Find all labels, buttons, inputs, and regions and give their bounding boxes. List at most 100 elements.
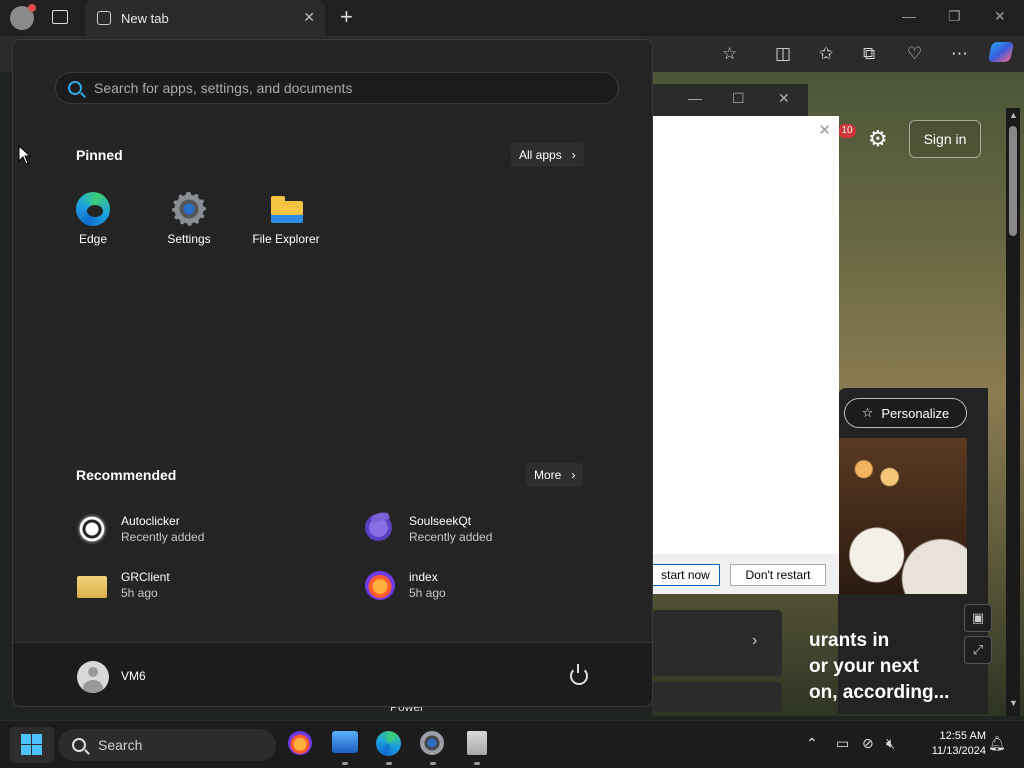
favorites-icon[interactable]: ✩ — [819, 44, 833, 64]
zip-folder-icon — [77, 576, 107, 598]
pinned-heading: Pinned — [76, 147, 123, 163]
rec-name: GRClient — [121, 570, 170, 584]
dialog-minimize-icon[interactable]: — — [688, 90, 702, 106]
taskbar-app-photos[interactable] — [332, 731, 358, 765]
scroll-up-icon[interactable]: ▲ — [1009, 110, 1018, 120]
clock[interactable]: 12:55 AM 11/13/2024 — [906, 729, 986, 759]
chevron-right-icon: › — [752, 632, 758, 649]
more-label: More — [534, 468, 562, 482]
settings-row[interactable]: › — [652, 610, 782, 676]
chevron-right-icon: › — [571, 468, 576, 482]
more-icon[interactable]: ⋯ — [951, 44, 968, 64]
settings-row-2[interactable] — [652, 682, 782, 712]
split-screen-icon[interactable]: ◫ — [775, 44, 791, 64]
news-headline[interactable]: urants in or your next on, according... — [809, 628, 1004, 706]
new-tab-page-icon — [97, 11, 111, 25]
dialog-maximize-icon[interactable]: ☐ — [732, 90, 745, 107]
notepad-icon — [467, 731, 487, 755]
power-icon[interactable] — [570, 664, 588, 685]
mouse-cursor-icon — [18, 145, 32, 165]
page-settings-gear-icon[interactable]: ⚙ — [868, 126, 888, 152]
clock-time: 12:55 AM — [939, 730, 986, 742]
tab-close-button[interactable]: ✕ — [303, 9, 315, 26]
running-indicator — [474, 762, 480, 765]
start-menu: Pinned All apps › Edge Settings File Exp… — [12, 39, 653, 707]
restart-now-button[interactable]: start now — [652, 564, 720, 586]
all-apps-button[interactable]: All apps › — [511, 143, 584, 167]
minimize-button[interactable]: — — [902, 8, 916, 24]
page-scrollbar[interactable]: ▲ ▼ — [1006, 108, 1020, 716]
start-footer: VM6 — [13, 642, 652, 706]
rec-name: Autoclicker — [121, 514, 180, 528]
scroll-thumb[interactable] — [1009, 126, 1017, 236]
firefox-icon — [288, 731, 312, 755]
tab-new-tab[interactable]: New tab ✕ — [85, 0, 325, 36]
collections-icon[interactable]: ⧉ — [863, 44, 875, 64]
pinned-app-settings[interactable]: Settings — [145, 192, 233, 246]
sparkle-star-icon: ☆ — [861, 405, 874, 420]
recommended-item[interactable]: GRClient 5h ago — [77, 565, 337, 605]
tab-actions-icon[interactable] — [52, 10, 68, 24]
soulseek-icon — [365, 514, 395, 544]
user-avatar-icon[interactable] — [77, 661, 109, 693]
taskbar-app-firefox[interactable] — [288, 731, 314, 757]
pinned-app-file-explorer[interactable]: File Explorer — [242, 192, 330, 246]
restaurant-image — [838, 438, 967, 594]
taskbar-app-notepad[interactable] — [464, 731, 490, 765]
pinned-app-label: Settings — [167, 232, 211, 246]
running-indicator — [386, 762, 392, 765]
clock-date: 11/13/2024 — [931, 745, 986, 757]
star-icon[interactable]: ☆ — [722, 44, 737, 64]
notification-badge[interactable]: 10 — [838, 124, 856, 138]
pinned-app-label: File Explorer — [252, 232, 320, 246]
recommended-heading: Recommended — [76, 467, 177, 483]
sign-in-button[interactable]: Sign in — [909, 120, 981, 158]
all-apps-label: All apps — [519, 148, 562, 162]
recommended-item[interactable]: SoulseekQt Recently added — [365, 509, 625, 549]
rec-subtitle: Recently added — [121, 530, 205, 544]
taskbar-app-edge[interactable] — [376, 731, 402, 765]
restart-dialog: ✕ — [652, 116, 839, 594]
recommended-item[interactable]: index 5h ago — [365, 565, 625, 605]
close-window-button[interactable]: ✕ — [994, 8, 1006, 25]
user-name[interactable]: VM6 — [121, 669, 146, 683]
pinned-app-edge[interactable]: Edge — [49, 192, 137, 246]
new-tab-button[interactable]: + — [340, 4, 353, 30]
taskbar-app-settings[interactable] — [420, 731, 446, 765]
rec-subtitle: Recently added — [409, 530, 493, 544]
folder-icon — [269, 192, 303, 226]
heartbeat-icon[interactable]: ♡ — [907, 44, 922, 64]
start-search-box[interactable] — [55, 72, 619, 104]
firefox-file-icon — [365, 570, 395, 600]
dialog-close-icon[interactable]: ✕ — [778, 90, 790, 107]
dialog-titlebar: — ☐ ✕ — [652, 84, 808, 116]
personalize-button[interactable]: ☆ Personalize — [844, 398, 967, 428]
pinned-app-label: Edge — [78, 232, 108, 246]
display-icon[interactable]: ▭ — [836, 735, 849, 752]
chevron-up-icon[interactable]: ⌃ — [806, 735, 818, 752]
rec-subtitle: 5h ago — [409, 586, 446, 600]
scroll-down-icon[interactable]: ▼ — [1009, 698, 1018, 708]
browser-tab-bar: New tab ✕ + — ❐ ✕ — [0, 0, 1024, 36]
chevron-right-icon: › — [571, 148, 576, 162]
speaker-muted-icon[interactable]: 🔇︎ — [886, 735, 895, 752]
start-search-input[interactable] — [94, 80, 594, 96]
edge-icon — [376, 731, 401, 756]
profile-avatar-icon[interactable] — [10, 4, 36, 30]
start-button[interactable] — [10, 727, 54, 763]
search-icon — [72, 738, 86, 752]
more-button[interactable]: More › — [526, 463, 584, 487]
windows-logo-pane — [21, 745, 31, 755]
dialog-close-icon[interactable]: ✕ — [818, 121, 831, 139]
notification-bell-icon[interactable]: 🔔︎ — [988, 735, 1006, 752]
windows-logo-icon — [21, 734, 31, 744]
running-indicator — [342, 762, 348, 765]
network-icon[interactable]: ⊘ — [862, 735, 874, 752]
autoclicker-icon — [77, 514, 107, 544]
settings-gear-icon — [172, 192, 206, 226]
taskbar: Search ⌃ ▭ ⊘ 🔇︎ 12:55 AM 11/13/2024 🔔︎ — [0, 720, 1024, 768]
recommended-item[interactable]: Autoclicker Recently added — [77, 509, 337, 549]
restore-button[interactable]: ❐ — [948, 8, 961, 25]
dont-restart-button[interactable]: Don't restart — [730, 564, 826, 586]
taskbar-search[interactable]: Search — [58, 729, 276, 761]
